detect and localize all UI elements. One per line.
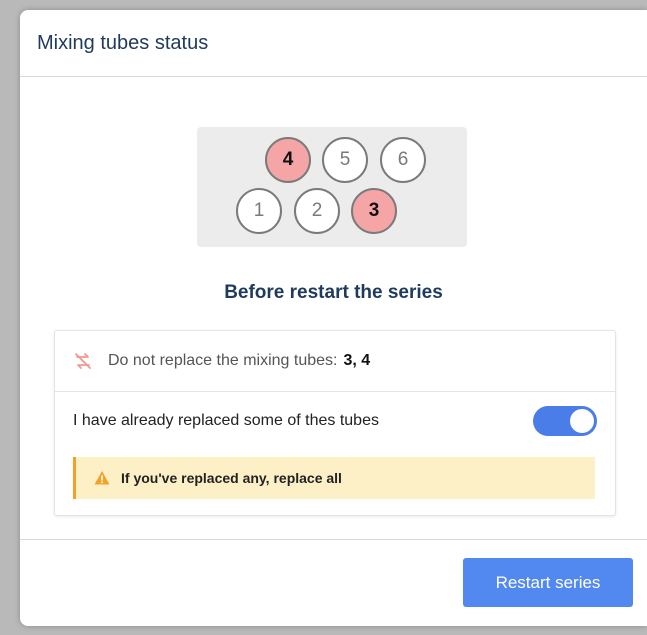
tube-label: 6 (397, 149, 409, 170)
dialog-title: Mixing tubes status (37, 31, 209, 54)
do-not-replace-notice: Do not replace the mixing tubes: 3, 4 (55, 331, 615, 392)
alert-triangle-icon (94, 471, 110, 485)
dialog-footer: Restart series (20, 539, 647, 626)
tube-6: 6 (380, 137, 426, 183)
toggle-knob (570, 409, 594, 433)
replace-all-warning: If you've replaced any, replace all (73, 457, 595, 499)
notice-text: Do not replace the mixing tubes: (108, 352, 338, 369)
section-heading: Before restart the series (224, 282, 443, 303)
tube-5: 5 (322, 137, 368, 183)
replaced-toggle-label: I have already replaced some of thes tub… (73, 412, 379, 429)
replaced-tubes-toggle[interactable] (533, 406, 597, 436)
tube-1: 1 (236, 188, 282, 234)
tube-2: 2 (294, 188, 340, 234)
tube-label: 1 (253, 200, 265, 221)
tube-info-card: Do not replace the mixing tubes: 3, 4 I … (54, 330, 616, 516)
restart-series-button[interactable]: Restart series (463, 558, 633, 607)
warning-text: If you've replaced any, replace all (121, 470, 342, 486)
notice-tube-list: 3, 4 (343, 352, 371, 369)
tube-4: 4 (265, 137, 311, 183)
dialog-header: Mixing tubes status (20, 10, 647, 77)
replaced-tubes-row: I have already replaced some of thes tub… (55, 392, 615, 450)
tube-label: 4 (282, 149, 294, 170)
tube-label: 2 (311, 200, 323, 221)
swap-off-icon (75, 353, 91, 369)
mixing-tubes-dialog: Mixing tubes status 4 5 6 1 2 3 Before r… (20, 10, 647, 626)
tube-label: 3 (368, 200, 380, 221)
tube-3: 3 (351, 188, 397, 234)
tube-label: 5 (339, 149, 351, 170)
tube-diagram: 4 5 6 1 2 3 (197, 127, 467, 247)
